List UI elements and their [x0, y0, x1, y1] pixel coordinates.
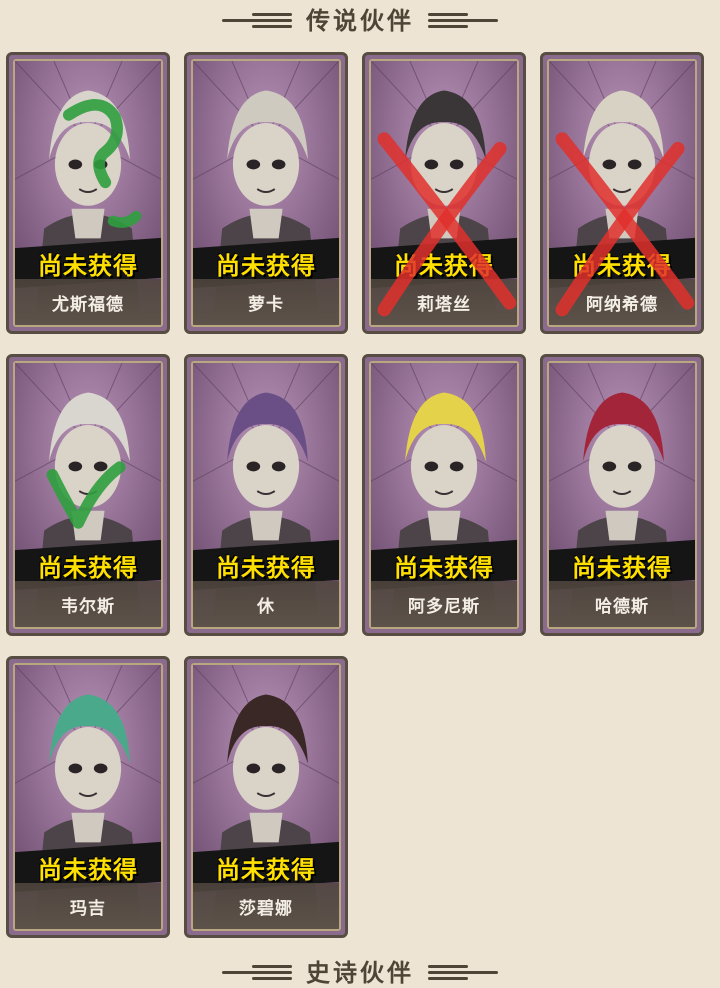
card-frame: 尚未获得 哈德斯 — [547, 361, 697, 629]
companion-card[interactable]: 尚未获得 阿多尼斯 — [362, 354, 526, 636]
name-bar: 莎碧娜 — [193, 883, 339, 929]
companion-name: 哈德斯 — [595, 596, 649, 617]
name-bar: 哈德斯 — [549, 581, 695, 627]
companion-card[interactable]: 尚未获得 哈德斯 — [540, 354, 704, 636]
status-label: 尚未获得 — [216, 553, 316, 582]
status-label: 尚未获得 — [38, 251, 138, 280]
name-bar: 阿多尼斯 — [371, 581, 517, 627]
companion-card[interactable]: 尚未获得 阿纳希德 — [540, 52, 704, 334]
companion-card[interactable]: 尚未获得 韦尔斯 — [6, 354, 170, 636]
header-decoration-left — [222, 10, 292, 28]
companion-name: 莎碧娜 — [239, 898, 293, 919]
card-frame: 尚未获得 阿多尼斯 — [369, 361, 519, 629]
name-bar: 莉塔丝 — [371, 279, 517, 325]
status-label: 尚未获得 — [394, 251, 494, 280]
section-title: 传说伙伴 — [306, 6, 414, 35]
name-bar: 萝卡 — [193, 279, 339, 325]
companion-card[interactable]: 尚未获得 尤斯福德 — [6, 52, 170, 334]
name-bar: 韦尔斯 — [15, 581, 161, 627]
header-decoration-right — [428, 10, 498, 28]
card-frame: 尚未获得 莎碧娜 — [191, 663, 341, 931]
status-label: 尚未获得 — [572, 251, 672, 280]
companion-name: 尤斯福德 — [52, 294, 124, 315]
companion-card[interactable]: 尚未获得 莉塔丝 — [362, 52, 526, 334]
status-label: 尚未获得 — [572, 553, 672, 582]
companion-name: 休 — [257, 596, 275, 617]
companion-name: 阿多尼斯 — [408, 596, 480, 617]
status-label: 尚未获得 — [38, 553, 138, 582]
card-frame: 尚未获得 尤斯福德 — [13, 59, 163, 327]
card-frame: 尚未获得休 — [191, 361, 341, 629]
name-bar: 玛吉 — [15, 883, 161, 929]
companion-name: 阿纳希德 — [586, 294, 658, 315]
card-frame: 尚未获得 韦尔斯 — [13, 361, 163, 629]
companion-card[interactable]: 尚未获得休 — [184, 354, 348, 636]
card-frame: 尚未获得 莉塔丝 — [369, 59, 519, 327]
name-bar: 尤斯福德 — [15, 279, 161, 325]
name-bar: 休 — [193, 581, 339, 627]
header-decoration-left — [222, 962, 292, 980]
status-label: 尚未获得 — [216, 251, 316, 280]
status-label: 尚未获得 — [216, 855, 316, 884]
companion-name: 莉塔丝 — [417, 294, 471, 315]
companion-card[interactable]: 尚未获得 萝卡 — [184, 52, 348, 334]
companion-name: 玛吉 — [70, 898, 106, 919]
companion-name: 萝卡 — [248, 294, 284, 315]
card-frame: 尚未获得 阿纳希德 — [547, 59, 697, 327]
status-label: 尚未获得 — [38, 855, 138, 884]
section-header-epic: 史诗伙伴 — [0, 952, 720, 988]
companion-card[interactable]: 尚未获得 玛吉 — [6, 656, 170, 938]
card-frame: 尚未获得 萝卡 — [191, 59, 341, 327]
companion-name: 韦尔斯 — [61, 596, 115, 617]
card-frame: 尚未获得 玛吉 — [13, 663, 163, 931]
status-label: 尚未获得 — [394, 553, 494, 582]
section-title-next: 史诗伙伴 — [306, 958, 414, 987]
header-decoration-right — [428, 962, 498, 980]
section-header-legendary: 传说伙伴 — [0, 0, 720, 36]
name-bar: 阿纳希德 — [549, 279, 695, 325]
companion-card[interactable]: 尚未获得 莎碧娜 — [184, 656, 348, 938]
